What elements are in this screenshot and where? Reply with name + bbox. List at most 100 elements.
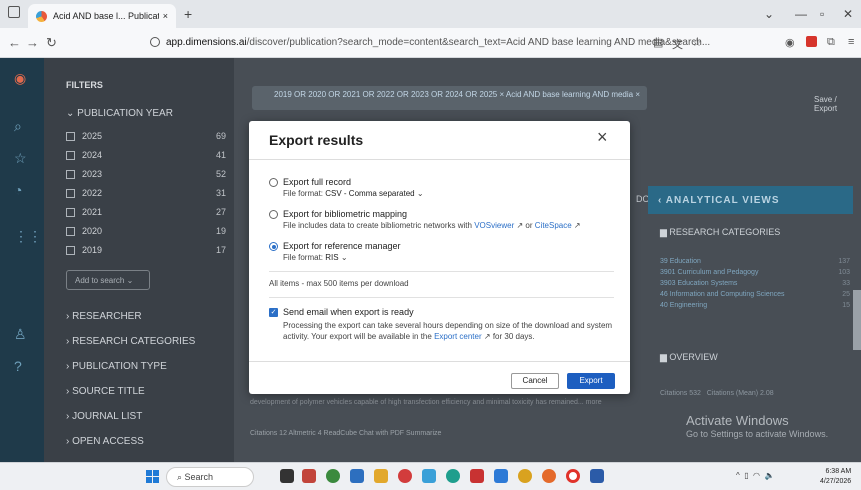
category-row[interactable]: 3901 Curriculum and Pedagogy 103 bbox=[660, 269, 850, 276]
app-icon[interactable] bbox=[518, 469, 532, 483]
system-tray[interactable]: ^ ▯ ◠ 🔈 bbox=[736, 471, 774, 480]
edge-icon[interactable] bbox=[446, 469, 460, 483]
tab-close-icon[interactable]: × bbox=[163, 11, 168, 21]
opera-icon[interactable] bbox=[566, 469, 580, 483]
open-access-section[interactable]: › OPEN ACCESS bbox=[66, 436, 144, 447]
new-tab-button[interactable]: + bbox=[184, 6, 192, 22]
taskbar-search[interactable]: ⌕ Search bbox=[166, 467, 254, 487]
browser-tab[interactable]: Acid AND base l... Publication Y × bbox=[28, 4, 176, 28]
site-info-icon[interactable] bbox=[150, 37, 160, 47]
chevron-down-icon[interactable]: ⌄ bbox=[341, 253, 348, 262]
word-icon[interactable] bbox=[590, 469, 604, 483]
export-button[interactable]: Export bbox=[567, 373, 615, 389]
overview-widget[interactable]: ▆ OVERVIEW bbox=[648, 348, 853, 368]
year-filter-row[interactable]: 2020 19 bbox=[66, 226, 226, 236]
vosviewer-link[interactable]: VOSviewer bbox=[474, 221, 514, 230]
citespace-link[interactable]: CiteSpace bbox=[535, 221, 572, 230]
radio-button[interactable] bbox=[269, 178, 278, 187]
url-field[interactable]: app.dimensions.ai/discover/publication?s… bbox=[150, 31, 740, 53]
maximize-icon[interactable]: ▫ bbox=[820, 7, 824, 21]
publication-type-section[interactable]: › PUBLICATION TYPE bbox=[66, 361, 167, 372]
help-icon[interactable]: ? bbox=[14, 358, 22, 374]
app-icon[interactable] bbox=[302, 469, 316, 483]
clock-time: 6:38 AM bbox=[825, 468, 852, 475]
active-search-chips[interactable]: 2019 OR 2020 OR 2021 OR 2022 OR 2023 OR … bbox=[252, 86, 647, 110]
collections-icon[interactable]: ⧉ bbox=[827, 36, 835, 49]
firefox-icon[interactable] bbox=[542, 469, 556, 483]
task-view-icon[interactable] bbox=[280, 469, 294, 483]
extension-icon[interactable] bbox=[806, 36, 817, 47]
year-checkbox[interactable] bbox=[66, 169, 75, 179]
windows-start-icon[interactable] bbox=[146, 470, 159, 483]
analytics-icon[interactable]: ◔ bbox=[14, 182, 22, 198]
grid-icon[interactable]: ⋮⋮ bbox=[14, 228, 42, 245]
file-format-value[interactable]: CSV - Comma separated bbox=[325, 189, 414, 198]
search-icon[interactable]: ⌕ bbox=[14, 118, 22, 135]
menu-icon[interactable]: ≡ bbox=[848, 36, 854, 48]
app-icon[interactable] bbox=[470, 469, 484, 483]
file-explorer-icon[interactable] bbox=[374, 469, 388, 483]
year-filter-row[interactable]: 2022 31 bbox=[66, 188, 226, 198]
chevron-down-icon[interactable]: ⌄ bbox=[417, 189, 424, 198]
app-icon[interactable] bbox=[494, 469, 508, 483]
back-icon[interactable]: ← bbox=[8, 35, 21, 50]
result-actions[interactable]: Citations 12 Altmetric 4 ReadCube Chat w… bbox=[250, 430, 441, 437]
give-feedback-tab[interactable] bbox=[853, 290, 861, 350]
year-checkbox[interactable] bbox=[66, 207, 75, 217]
close-icon[interactable]: × bbox=[597, 127, 608, 148]
email-checkbox[interactable]: ✓ bbox=[269, 308, 278, 317]
app-icon[interactable] bbox=[422, 469, 436, 483]
year-count: 19 bbox=[215, 226, 226, 236]
research-categories-section[interactable]: › RESEARCH CATEGORIES bbox=[66, 336, 195, 347]
year-checkbox[interactable] bbox=[66, 150, 75, 160]
user-icon[interactable]: ♙ bbox=[14, 326, 27, 343]
account-icon[interactable]: ◉ bbox=[785, 36, 795, 49]
app-icon[interactable] bbox=[350, 469, 364, 483]
dimensions-logo-icon[interactable]: ◉ bbox=[14, 70, 26, 87]
clock[interactable]: 6:38 AM 4/27/2026 bbox=[820, 467, 851, 487]
research-categories-widget[interactable]: ▆ RESEARCH CATEGORIES bbox=[648, 218, 853, 246]
category-row[interactable]: 39 Education 137 bbox=[660, 258, 850, 265]
chrome-icon[interactable] bbox=[326, 469, 340, 483]
close-window-icon[interactable]: ✕ bbox=[843, 7, 853, 21]
journal-list-section[interactable]: › JOURNAL LIST bbox=[66, 411, 142, 422]
minimize-icon[interactable]: — bbox=[795, 7, 807, 21]
add-to-search-button[interactable]: Add to search ⌄ bbox=[66, 270, 150, 290]
analytical-views-header[interactable]: ‹ ANALYTICAL VIEWS bbox=[648, 186, 853, 214]
section-label: RESEARCH CATEGORIES bbox=[72, 336, 196, 347]
forward-icon[interactable]: → bbox=[26, 35, 39, 50]
save-export-button[interactable]: Save / Export bbox=[814, 95, 861, 113]
year-checkbox[interactable] bbox=[66, 188, 75, 198]
tab-list-chevron-icon[interactable]: ⌄ bbox=[764, 7, 774, 21]
year-filter-row[interactable]: 2023 52 bbox=[66, 169, 226, 179]
publication-year-toggle[interactable]: ⌄ PUBLICATION YEAR bbox=[66, 108, 173, 119]
analytical-views-label: ANALYTICAL VIEWS bbox=[665, 195, 780, 206]
star-icon[interactable]: ☆ bbox=[14, 150, 27, 167]
reload-icon[interactable]: ↻ bbox=[46, 35, 57, 51]
app-icon[interactable] bbox=[398, 469, 412, 483]
year-checkbox[interactable] bbox=[66, 131, 75, 141]
translate-icon[interactable]: 文 bbox=[672, 36, 683, 52]
radio-button[interactable] bbox=[269, 210, 278, 219]
category-row[interactable]: 3903 Education Systems 33 bbox=[660, 280, 850, 287]
year-checkbox[interactable] bbox=[66, 245, 75, 255]
source-title-section[interactable]: › SOURCE TITLE bbox=[66, 386, 145, 397]
favorite-star-icon[interactable]: ☆ bbox=[692, 36, 702, 49]
cancel-button[interactable]: Cancel bbox=[511, 373, 559, 389]
year-filter-row[interactable]: 2019 17 bbox=[66, 245, 226, 255]
reader-view-icon[interactable]: ▤ bbox=[653, 36, 663, 49]
option-subtitle: File format: CSV - Comma separated ⌄ bbox=[283, 189, 424, 198]
year-filter-row[interactable]: 2021 27 bbox=[66, 207, 226, 217]
year-filter-row[interactable]: 2025 69 bbox=[66, 131, 226, 141]
category-row[interactable]: 40 Engineering 15 bbox=[660, 302, 850, 309]
year-label: 2020 bbox=[82, 226, 103, 236]
year-filter-row[interactable]: 2024 41 bbox=[66, 150, 226, 160]
radio-button-selected[interactable] bbox=[269, 242, 278, 251]
section-label: PUBLICATION TYPE bbox=[72, 361, 167, 372]
file-format-value[interactable]: RIS bbox=[325, 253, 338, 262]
year-checkbox[interactable] bbox=[66, 226, 75, 236]
category-row[interactable]: 46 Information and Computing Sciences 25 bbox=[660, 291, 850, 298]
export-center-link[interactable]: Export center bbox=[434, 332, 482, 341]
researcher-section[interactable]: › RESEARCHER bbox=[66, 311, 142, 322]
tab-actions-icon[interactable] bbox=[8, 6, 20, 18]
